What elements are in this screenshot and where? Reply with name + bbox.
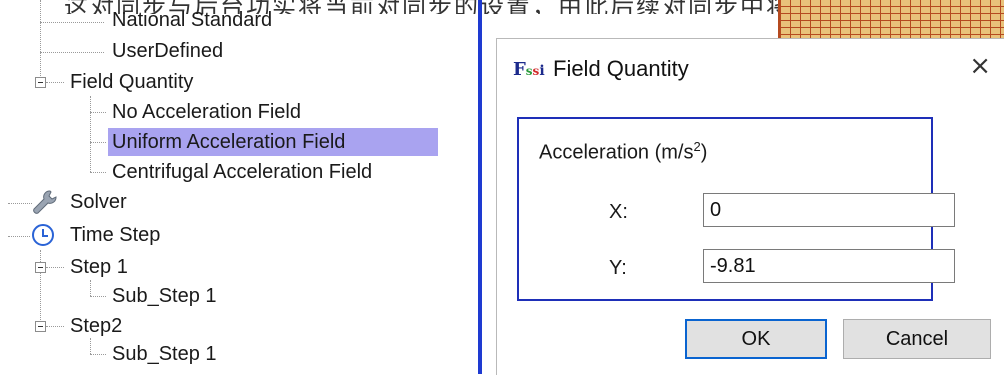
tree-connector — [90, 96, 91, 172]
tree-connector — [8, 203, 32, 204]
tree-item-userdefined[interactable]: UserDefined — [112, 37, 223, 65]
tree-connector — [90, 142, 106, 143]
tree-item-field-quantity[interactable]: Field Quantity — [70, 68, 193, 96]
y-label: Y: — [609, 257, 627, 279]
tree-item-time-step[interactable]: Time Step — [70, 221, 160, 249]
tree-item-sub-step[interactable]: Sub_Step 1 — [112, 282, 217, 310]
x-input[interactable] — [703, 193, 955, 227]
wrench-icon — [33, 190, 57, 214]
field-quantity-dialog: Fssi Field Quantity × Acceleration (m/s2… — [496, 38, 1004, 375]
collapse-icon[interactable] — [35, 321, 46, 332]
clock-icon — [32, 224, 54, 246]
acceleration-label-suffix: ) — [700, 141, 708, 164]
collapse-icon[interactable] — [35, 262, 46, 273]
x-label: X: — [609, 201, 628, 223]
tree-connector — [40, 22, 104, 23]
tree-connector — [46, 267, 64, 268]
tree-item-national-standard[interactable]: National Standard — [112, 6, 272, 34]
project-tree: Field Quantity National Standard UserDef… — [0, 0, 470, 374]
tree-connector — [90, 172, 106, 173]
fssi-app-icon: Fssi — [513, 59, 545, 80]
tree-connector — [90, 280, 91, 296]
acceleration-group: Acceleration (m/s2) X: Y: — [517, 117, 955, 301]
cancel-button[interactable]: Cancel — [843, 319, 991, 359]
tree-connector — [90, 354, 106, 355]
close-icon[interactable]: × — [969, 51, 991, 81]
tree-connector — [40, 52, 104, 53]
tree-item-uniform-acceleration-field[interactable]: Uniform Acceleration Field — [108, 128, 438, 156]
tree-item-no-acceleration-field[interactable]: No Acceleration Field — [112, 98, 301, 126]
acceleration-label-text: Acceleration (m/s — [539, 141, 694, 164]
tree-item-centrifugal-acceleration-field[interactable]: Centrifugal Acceleration Field — [112, 158, 372, 186]
tree-connector — [46, 82, 64, 83]
grid-preview-image — [778, 0, 1004, 42]
collapse-icon[interactable] — [35, 77, 46, 88]
tree-item-step2[interactable]: Step2 — [70, 312, 122, 340]
panel-separator — [478, 0, 482, 374]
tree-connector — [40, 0, 41, 88]
tree-item-sub-step[interactable]: Sub_Step 1 — [112, 340, 217, 368]
tree-connector — [46, 326, 64, 327]
dialog-title: Field Quantity — [553, 56, 689, 81]
tree-connector — [90, 112, 106, 113]
y-input[interactable] — [703, 249, 955, 283]
acceleration-group-label: Acceleration (m/s2) — [539, 139, 707, 165]
ok-button[interactable]: OK — [685, 319, 827, 359]
tree-connector — [90, 296, 106, 297]
tree-item-step-1[interactable]: Step 1 — [70, 253, 128, 281]
tree-connector — [8, 236, 30, 237]
tree-connector — [90, 338, 91, 354]
acceleration-label-superscript: 2 — [693, 139, 701, 154]
tree-item-solver[interactable]: Solver — [70, 188, 127, 216]
